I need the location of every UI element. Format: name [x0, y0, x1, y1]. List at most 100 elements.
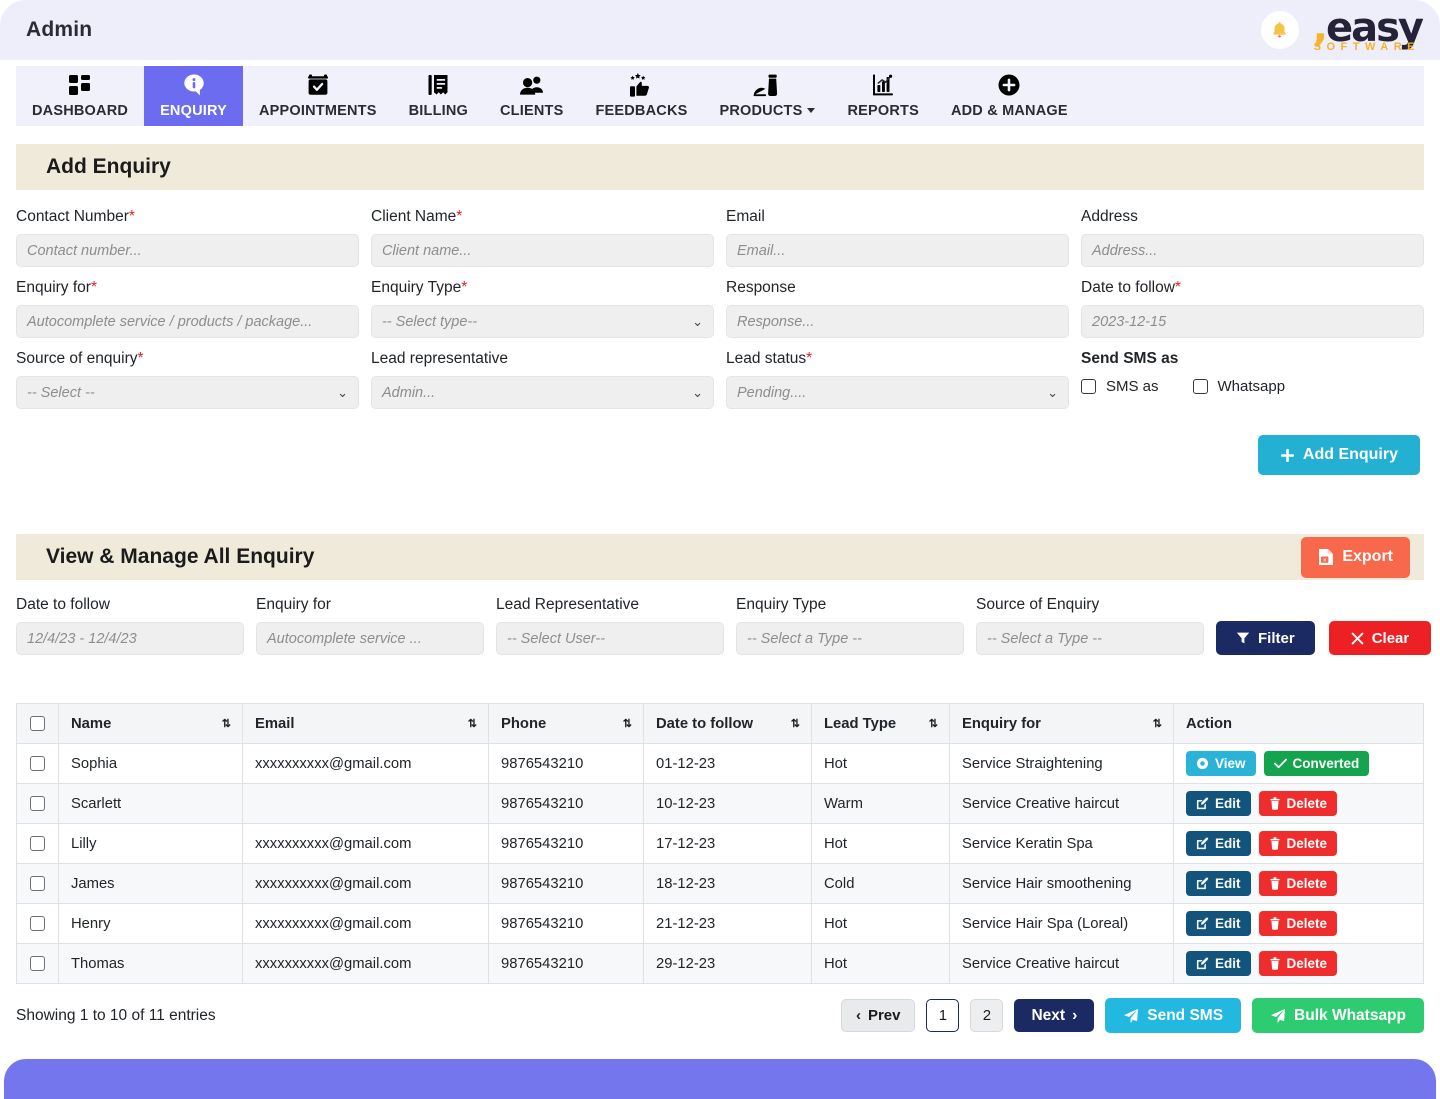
- column-header-date-to-follow[interactable]: Date to follow⇅: [644, 704, 812, 744]
- column-header-name[interactable]: Name⇅: [59, 704, 243, 744]
- nav-item-clients[interactable]: CLIENTS: [484, 66, 579, 126]
- pagination-next-button[interactable]: Next ›: [1014, 999, 1094, 1032]
- delete-button[interactable]: Delete: [1259, 871, 1338, 896]
- filter-source-of-enquiry-select[interactable]: -- Select a Type --: [976, 622, 1204, 655]
- cell-actions: Edit Delete: [1174, 904, 1424, 944]
- field-contact-number: Contact Number* Contact number...: [16, 208, 359, 279]
- filter-label: Lead Representative: [496, 596, 724, 614]
- funnel-icon: [1236, 631, 1250, 645]
- filter-enquiry-type-select[interactable]: -- Select a Type --: [736, 622, 964, 655]
- field-send-sms-as: Send SMS as SMS as Whatsapp: [1081, 350, 1424, 421]
- nav-item-dashboard[interactable]: DASHBOARD: [16, 66, 144, 126]
- field-label: Date to follow*: [1081, 279, 1424, 297]
- filter-date-range-input[interactable]: 12/4/23 - 12/4/23: [16, 622, 244, 655]
- lead-status-select[interactable]: Pending.... ⌄: [726, 376, 1069, 409]
- cell-lead-type: Hot: [812, 824, 950, 864]
- nav-item-enquiry[interactable]: ENQUIRY: [144, 66, 243, 126]
- pagination-prev-button[interactable]: ‹ Prev: [841, 999, 916, 1032]
- pagination-page-1[interactable]: 1: [926, 999, 959, 1032]
- nav-label: REPORTS: [847, 103, 919, 119]
- required-marker: *: [1175, 279, 1181, 296]
- bulk-whatsapp-button[interactable]: Bulk Whatsapp: [1252, 998, 1424, 1033]
- nav-label: DASHBOARD: [32, 103, 128, 119]
- add-enquiry-button[interactable]: Add Enquiry: [1258, 435, 1420, 475]
- client-name-input[interactable]: Client name...: [371, 234, 714, 267]
- plus-circle-icon: [997, 73, 1021, 98]
- trash-icon: [1269, 837, 1281, 850]
- address-input[interactable]: Address...: [1081, 234, 1424, 267]
- nav-item-products[interactable]: PRODUCTS: [703, 66, 831, 126]
- nav-item-appointments[interactable]: APPOINTMENTS: [243, 66, 393, 126]
- checkbox-sms-as[interactable]: SMS as: [1081, 378, 1159, 395]
- row-checkbox[interactable]: [30, 956, 45, 971]
- paper-plane-icon: [1123, 1008, 1139, 1024]
- view-manage-header: View & Manage All Enquiry x Export: [16, 534, 1424, 580]
- edit-button[interactable]: Edit: [1186, 911, 1251, 936]
- lead-representative-select[interactable]: Admin... ⌄: [371, 376, 714, 409]
- notification-bell-button[interactable]: [1261, 11, 1299, 49]
- checkbox-whatsapp[interactable]: Whatsapp: [1193, 378, 1286, 395]
- column-header-action: Action: [1174, 704, 1424, 744]
- nav-item-billing[interactable]: BILLING: [393, 66, 484, 126]
- bottom-accent-bar: [4, 1059, 1436, 1099]
- column-label: Email: [255, 716, 294, 732]
- column-header-email[interactable]: Email⇅: [243, 704, 489, 744]
- row-checkbox[interactable]: [30, 756, 45, 771]
- table-row: Lilly xxxxxxxxxx@gmail.com 9876543210 17…: [17, 824, 1424, 864]
- add-enquiry-header: Add Enquiry: [16, 144, 1424, 190]
- field-label: Enquiry for*: [16, 279, 359, 297]
- cell-email: xxxxxxxxxx@gmail.com: [243, 824, 489, 864]
- enquiry-type-select[interactable]: -- Select type-- ⌄: [371, 305, 714, 338]
- nav-label: ADD & MANAGE: [951, 103, 1068, 119]
- column-header-enquiry-for[interactable]: Enquiry for⇅: [950, 704, 1174, 744]
- column-header-lead-type[interactable]: Lead Type⇅: [812, 704, 950, 744]
- email-input[interactable]: Email...: [726, 234, 1069, 267]
- delete-button[interactable]: Delete: [1259, 831, 1338, 856]
- contact-number-input[interactable]: Contact number...: [16, 234, 359, 267]
- excel-file-icon: x: [1318, 548, 1334, 566]
- response-input[interactable]: Response...: [726, 305, 1069, 338]
- cell-enquiry-for: Service Straightening: [950, 744, 1174, 784]
- field-label: Response: [726, 279, 1069, 297]
- delete-button[interactable]: Delete: [1259, 951, 1338, 976]
- nav-item-reports[interactable]: REPORTS: [831, 66, 935, 126]
- cell-email: xxxxxxxxxx@gmail.com: [243, 744, 489, 784]
- filter-button[interactable]: Filter: [1216, 621, 1315, 655]
- converted-button[interactable]: Converted: [1264, 751, 1370, 776]
- products-tube-icon: [753, 73, 781, 98]
- edit-button[interactable]: Edit: [1186, 951, 1251, 976]
- edit-button[interactable]: Edit: [1186, 791, 1251, 816]
- date-to-follow-input[interactable]: 2023-12-15: [1081, 305, 1424, 338]
- filter-enquiry-for-input[interactable]: Autocomplete service ...: [256, 622, 484, 655]
- select-all-checkbox[interactable]: [30, 716, 45, 731]
- row-checkbox[interactable]: [30, 916, 45, 931]
- delete-button[interactable]: Delete: [1259, 791, 1338, 816]
- column-header-phone[interactable]: Phone⇅: [489, 704, 644, 744]
- edit-button-label: Edit: [1215, 836, 1241, 851]
- export-button[interactable]: x Export: [1301, 537, 1410, 578]
- main-navigation: DASHBOARD ENQUIRY APPOINTMENTS BILLING C: [16, 66, 1424, 126]
- nav-item-add-manage[interactable]: ADD & MANAGE: [935, 66, 1084, 126]
- pencil-square-icon: [1196, 877, 1209, 890]
- enquiry-for-input[interactable]: Autocomplete service / products / packag…: [16, 305, 359, 338]
- delete-button[interactable]: Delete: [1259, 911, 1338, 936]
- trash-icon: [1269, 797, 1281, 810]
- view-button[interactable]: View: [1186, 751, 1256, 776]
- export-button-label: Export: [1342, 548, 1393, 566]
- field-response: Response Response...: [726, 279, 1069, 350]
- nav-item-feedbacks[interactable]: FEEDBACKS: [579, 66, 703, 126]
- field-label: Email: [726, 208, 1069, 226]
- edit-button[interactable]: Edit: [1186, 871, 1251, 896]
- row-checkbox[interactable]: [30, 796, 45, 811]
- row-checkbox[interactable]: [30, 836, 45, 851]
- pagination-page-2[interactable]: 2: [970, 999, 1003, 1032]
- row-checkbox[interactable]: [30, 876, 45, 891]
- cell-date: 21-12-23: [644, 904, 812, 944]
- edit-button[interactable]: Edit: [1186, 831, 1251, 856]
- clear-button[interactable]: Clear: [1329, 621, 1432, 655]
- add-enquiry-form: Contact Number* Contact number... Client…: [16, 190, 1424, 475]
- filter-lead-representative-select[interactable]: -- Select User--: [496, 622, 724, 655]
- table-head: Name⇅ Email⇅ Phone⇅ Date to follow⇅ Lead…: [17, 704, 1424, 744]
- source-of-enquiry-select[interactable]: -- Select -- ⌄: [16, 376, 359, 409]
- send-sms-button[interactable]: Send SMS: [1105, 998, 1241, 1033]
